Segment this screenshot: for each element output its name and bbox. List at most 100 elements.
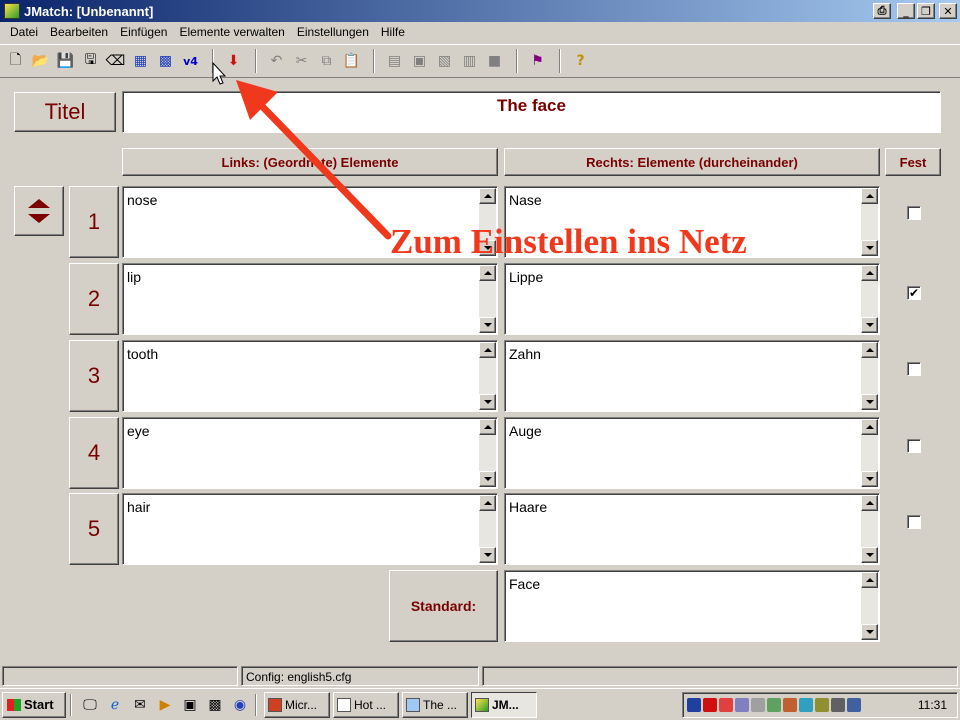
jmatch-app-icon[interactable]	[4, 3, 20, 19]
restore-button[interactable]: ❐	[917, 3, 935, 19]
title-input[interactable]: The face	[122, 91, 941, 133]
explorer-icon[interactable]: ▣	[179, 694, 201, 716]
antivirus-icon[interactable]	[719, 698, 733, 712]
desktop-icon[interactable]: 🖵	[79, 694, 101, 716]
vertical-scrollbar[interactable]	[861, 342, 878, 410]
web-export-alt-icon[interactable]: ▩	[154, 49, 177, 73]
task-button-hotpotatoes[interactable]: Hot ...	[333, 691, 399, 718]
task-button-browser[interactable]: The ...	[402, 691, 468, 718]
right-element-input[interactable]: Auge	[504, 417, 880, 489]
menu-einstellungen[interactable]: Einstellungen	[291, 25, 375, 39]
scroll-down-button[interactable]	[861, 394, 878, 410]
vertical-scrollbar[interactable]	[861, 419, 878, 487]
internet-explorer-icon[interactable]: ℯ	[104, 694, 126, 716]
close-button[interactable]: ✕	[939, 3, 957, 19]
fixed-checkbox[interactable]	[907, 439, 921, 453]
scroll-up-button[interactable]	[479, 495, 496, 511]
duplicate-icon[interactable]: ▣	[408, 49, 431, 73]
new-file-icon[interactable]: 🗋	[4, 49, 27, 73]
scroll-up-button[interactable]	[479, 188, 496, 204]
shield-icon[interactable]	[687, 698, 701, 712]
scroll-up-button[interactable]	[861, 342, 878, 358]
menu-einfuegen[interactable]: Einfügen	[114, 25, 173, 39]
eraser-icon[interactable]: ⌫	[104, 49, 127, 73]
left-element-input[interactable]: eye	[122, 417, 498, 489]
left-element-input[interactable]: hair	[122, 493, 498, 565]
scroll-down-button[interactable]	[861, 547, 878, 563]
display-icon[interactable]	[847, 698, 861, 712]
scroll-up-button[interactable]	[479, 342, 496, 358]
task-button-powerpoint[interactable]: Micr...	[264, 691, 330, 718]
left-element-input[interactable]: tooth	[122, 340, 498, 412]
menu-bearbeiten[interactable]: Bearbeiten	[44, 25, 114, 39]
undo-icon[interactable]: ↶	[265, 49, 288, 73]
insert-icon[interactable]: ▤	[383, 49, 406, 73]
cut-icon[interactable]: ✂	[290, 49, 313, 73]
volume-icon[interactable]	[815, 698, 829, 712]
scroll-down-button[interactable]	[861, 471, 878, 487]
right-element-input[interactable]: Haare	[504, 493, 880, 565]
scroll-down-button[interactable]	[861, 240, 878, 256]
hotpotatoes-icon[interactable]: ▩	[204, 694, 226, 716]
hardware-icon[interactable]	[831, 698, 845, 712]
right-element-input[interactable]: Zahn	[504, 340, 880, 412]
clock[interactable]: 11:31	[918, 698, 957, 712]
vertical-scrollbar[interactable]	[479, 419, 496, 487]
menu-datei[interactable]: Datei	[4, 25, 44, 39]
move-down-icon[interactable]	[28, 214, 50, 223]
open-folder-icon[interactable]: 📂	[29, 49, 52, 73]
left-element-input[interactable]: lip	[122, 263, 498, 335]
messenger-icon[interactable]: ◉	[229, 694, 251, 716]
delete-element-icon[interactable]: ▧	[433, 49, 456, 73]
menu-elemente-verwalten[interactable]: Elemente verwalten	[173, 25, 290, 39]
ati-icon[interactable]	[703, 698, 717, 712]
scroll-up-button[interactable]	[861, 572, 878, 588]
move-up-icon[interactable]	[28, 199, 50, 208]
web-export-icon[interactable]: ▦	[129, 49, 152, 73]
network-icon[interactable]	[751, 698, 765, 712]
scroll-up-button[interactable]	[861, 495, 878, 511]
copy-icon[interactable]: ⧉	[315, 49, 338, 73]
scroll-down-button[interactable]	[479, 471, 496, 487]
standard-input[interactable]: Face	[504, 570, 880, 642]
media-player-icon[interactable]: ▶	[154, 694, 176, 716]
vertical-scrollbar[interactable]	[479, 342, 496, 410]
help-icon[interactable]: ?	[569, 49, 592, 73]
vertical-scrollbar[interactable]	[861, 188, 878, 256]
clear-element-icon[interactable]: ■	[483, 49, 506, 73]
scroll-up-button[interactable]	[861, 265, 878, 281]
messenger-tray-icon[interactable]	[799, 698, 813, 712]
upload-v4-icon[interactable]: v4	[179, 49, 202, 73]
vertical-scrollbar[interactable]	[479, 495, 496, 563]
fixed-checkbox[interactable]	[907, 515, 921, 529]
move-row-buttons[interactable]	[14, 186, 64, 236]
print-window-icon[interactable]: ⎙	[873, 3, 891, 19]
vertical-scrollbar[interactable]	[479, 265, 496, 333]
fixed-checkbox[interactable]: ✔	[907, 286, 921, 300]
vertical-scrollbar[interactable]	[861, 495, 878, 563]
search-icon[interactable]	[735, 698, 749, 712]
menu-hilfe[interactable]: Hilfe	[375, 25, 411, 39]
task-button-jmatch[interactable]: JM...	[471, 691, 537, 718]
title-bar[interactable]: JMatch: [Unbenannt] ⎙ _ ❐ ✕	[0, 0, 960, 22]
save-icon[interactable]: 💾	[54, 49, 77, 73]
scroll-down-button[interactable]	[861, 624, 878, 640]
scroll-up-button[interactable]	[861, 188, 878, 204]
scroll-up-button[interactable]	[479, 265, 496, 281]
printer-icon[interactable]	[783, 698, 797, 712]
scroll-down-button[interactable]	[479, 547, 496, 563]
scroll-down-button[interactable]	[479, 317, 496, 333]
settings-icon[interactable]: ⚑	[526, 49, 549, 73]
start-button[interactable]: Start	[2, 691, 66, 718]
scroll-up-button[interactable]	[479, 419, 496, 435]
outlook-icon[interactable]: ✉	[129, 694, 151, 716]
vertical-scrollbar[interactable]	[861, 265, 878, 333]
move-element-icon[interactable]: ▥	[458, 49, 481, 73]
right-element-input[interactable]: Lippe	[504, 263, 880, 335]
paste-icon[interactable]: 📋	[340, 49, 363, 73]
vertical-scrollbar[interactable]	[861, 572, 878, 640]
update-icon[interactable]	[767, 698, 781, 712]
minimize-button[interactable]: _	[897, 3, 915, 19]
fixed-checkbox[interactable]	[907, 362, 921, 376]
fixed-checkbox[interactable]	[907, 206, 921, 220]
